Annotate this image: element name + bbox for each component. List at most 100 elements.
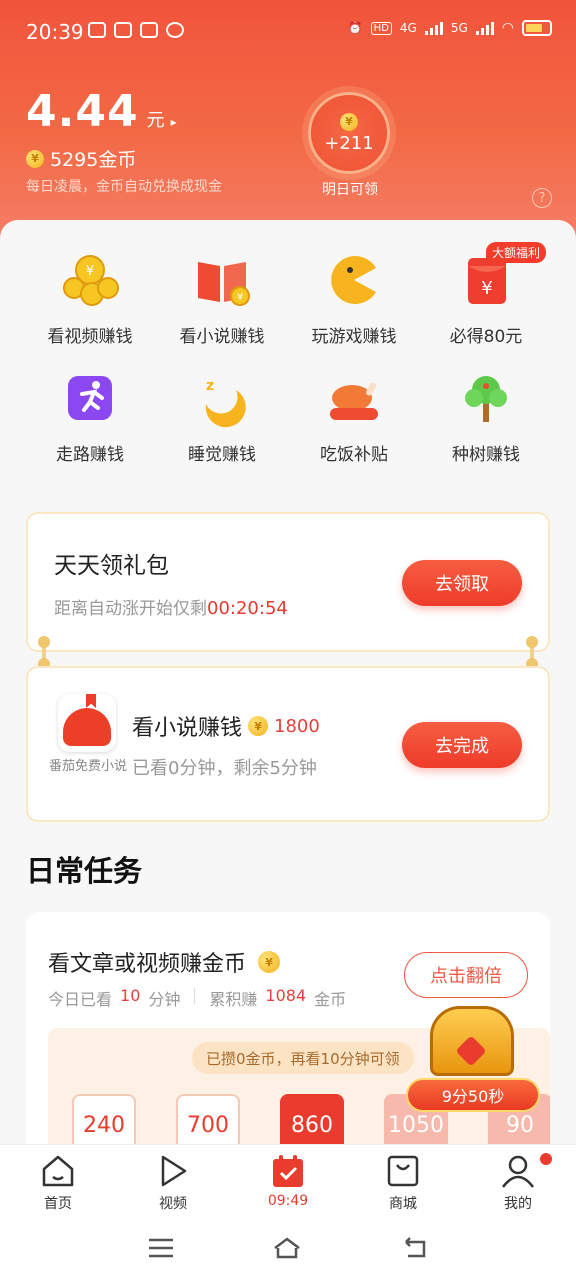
chevron-right-icon: ▸: [170, 115, 177, 129]
app-notification-icon: [114, 22, 132, 38]
treasure-chest-icon[interactable]: [420, 996, 524, 1080]
home-nav-icon[interactable]: [272, 1236, 302, 1260]
wallet-header: 20:39 ⏰ HD 4G 5G ◠ 4.44 元 ▸ ¥ 5295金币 每日凌…: [0, 0, 576, 250]
status-bar: 20:39 ⏰ HD 4G 5G ◠: [0, 0, 576, 60]
grid-item-play-game[interactable]: 玩游戏赚钱: [289, 250, 419, 347]
tomato-novel-app-icon: [58, 694, 116, 752]
tab-mall[interactable]: 商城: [358, 1153, 448, 1213]
countdown-time: 00:20:54: [207, 598, 288, 619]
svg-text:¥: ¥: [237, 292, 243, 303]
grid-item-meal-subsidy[interactable]: 吃饭补贴: [289, 368, 419, 465]
notification-icons: [88, 22, 184, 38]
book-icon: ¥: [192, 250, 252, 310]
grid-item-sleep[interactable]: z 睡觉赚钱: [157, 368, 287, 465]
tab-label: 视频: [159, 1196, 187, 1212]
hd-icon: HD: [370, 21, 392, 35]
play-icon: [155, 1153, 191, 1189]
tomorrow-bonus-value: +211: [324, 132, 374, 154]
back-icon[interactable]: [400, 1236, 430, 1260]
network-label-b: 5G: [450, 21, 468, 35]
novel-task-card: 番茄免费小说 看小说赚钱 ¥ 1800 已看0分钟，剩余5分钟 去完成: [26, 666, 550, 822]
grid-item-label: 走路赚钱: [56, 445, 124, 465]
app-notification-icon: [140, 22, 158, 38]
cash-amount: 4.44: [26, 86, 139, 137]
tab-home[interactable]: 首页: [13, 1153, 103, 1213]
grid-item-plant-tree[interactable]: 种树赚钱: [421, 368, 551, 465]
tab-tasks[interactable]: 09:49: [243, 1153, 333, 1209]
grid-item-walk[interactable]: 走路赚钱: [25, 368, 155, 465]
network-label-a: 4G: [399, 21, 417, 35]
novel-task-reward: 1800: [274, 715, 320, 737]
roast-chicken-icon: [324, 368, 384, 428]
divider: [194, 988, 196, 1004]
big-bonus-badge: 大额福利: [486, 242, 547, 263]
chest-timer[interactable]: 9分50秒: [406, 1078, 540, 1112]
tab-video[interactable]: 视频: [128, 1153, 218, 1213]
total-coins: 1084: [265, 986, 307, 1005]
signal-icon: [475, 21, 494, 35]
svg-text:¥: ¥: [481, 278, 492, 299]
tomorrow-bonus[interactable]: ¥ +211: [308, 92, 390, 174]
daily-tasks-heading: 日常任务: [26, 854, 143, 888]
menu-icon[interactable]: [146, 1236, 176, 1260]
app-notification-icon: [166, 22, 184, 38]
grid-item-label: 必得80元: [449, 327, 523, 347]
tab-label: 我的: [504, 1196, 532, 1212]
moon-icon: z: [192, 368, 252, 428]
coin-pile-icon: ¥: [60, 250, 120, 310]
card-connector: [526, 636, 538, 670]
battery-icon: [522, 20, 552, 36]
grid-item-label: 种树赚钱: [452, 445, 520, 465]
coin-balance-text: 5295金币: [50, 149, 137, 171]
tab-label: 首页: [44, 1196, 72, 1212]
total-label: 累积赚: [209, 990, 258, 1009]
pacman-icon: [324, 250, 384, 310]
user-icon: [500, 1153, 536, 1189]
calendar-check-icon: [270, 1153, 306, 1189]
tree-icon: [456, 368, 516, 428]
notification-dot: [540, 1153, 552, 1165]
today-minutes: 10: [120, 986, 141, 1005]
tab-label: 商城: [389, 1196, 417, 1212]
shopping-bag-icon: [385, 1153, 421, 1189]
tab-label: 09:49: [267, 1193, 309, 1209]
tomorrow-bonus-label: 明日可领: [322, 182, 378, 198]
grid-item-label: 睡觉赚钱: [188, 445, 256, 465]
read-watch-title-text: 看文章或视频赚金币: [48, 952, 247, 977]
coin-icon: ¥: [248, 716, 269, 736]
coin-balance[interactable]: ¥ 5295金币: [26, 145, 136, 172]
read-watch-task-title: 看文章或视频赚金币 ¥: [48, 946, 281, 978]
alarm-icon: ⏰: [347, 21, 363, 35]
exchange-note: 每日凌晨，金币自动兑换成现金: [26, 179, 222, 195]
status-time: 20:39: [26, 20, 84, 44]
reward-tooltip: 已攒0金币，再看10分钟可领: [192, 1042, 414, 1074]
grid-item-watch-video[interactable]: ¥ 看视频赚钱: [25, 250, 155, 347]
home-icon: [40, 1153, 76, 1189]
grid-item-label: 看视频赚钱: [47, 327, 133, 347]
gift-title: 天天领礼包: [54, 553, 169, 579]
complete-task-button[interactable]: 去完成: [402, 722, 522, 768]
countdown-prefix: 距离自动涨开始仅剩: [54, 599, 207, 619]
claim-gift-button[interactable]: 去领取: [402, 560, 522, 606]
grid-item-label: 玩游戏赚钱: [311, 327, 397, 347]
grid-item-read-novel[interactable]: ¥ 看小说赚钱: [157, 250, 287, 347]
double-reward-button[interactable]: 点击翻倍: [404, 952, 528, 998]
novel-task-title: 看小说赚钱 ¥ 1800: [132, 710, 320, 742]
total-unit: 金币: [314, 990, 347, 1009]
coin-icon: ¥: [258, 951, 281, 973]
novel-app-name: 番茄免费小说: [48, 759, 127, 774]
svg-text:¥: ¥: [86, 264, 94, 279]
grid-item-label: 看小说赚钱: [179, 327, 265, 347]
svg-text:z: z: [206, 378, 214, 394]
help-icon[interactable]: ?: [532, 188, 552, 208]
gift-countdown: 距离自动涨开始仅剩00:20:54: [54, 594, 288, 619]
grid-item-get-80[interactable]: ¥ 必得80元: [421, 250, 551, 347]
today-label: 今日已看: [48, 990, 113, 1009]
daily-gift-card: 天天领礼包 距离自动涨开始仅剩00:20:54 去领取: [26, 512, 550, 652]
novel-task-progress: 已看0分钟，剩余5分钟: [132, 758, 317, 779]
app-notification-icon: [88, 22, 106, 38]
wifi-icon: ◠: [501, 20, 514, 36]
cash-balance[interactable]: 4.44 元 ▸: [26, 86, 177, 137]
coin-icon: ¥: [340, 112, 358, 131]
cash-unit: 元: [146, 110, 165, 131]
